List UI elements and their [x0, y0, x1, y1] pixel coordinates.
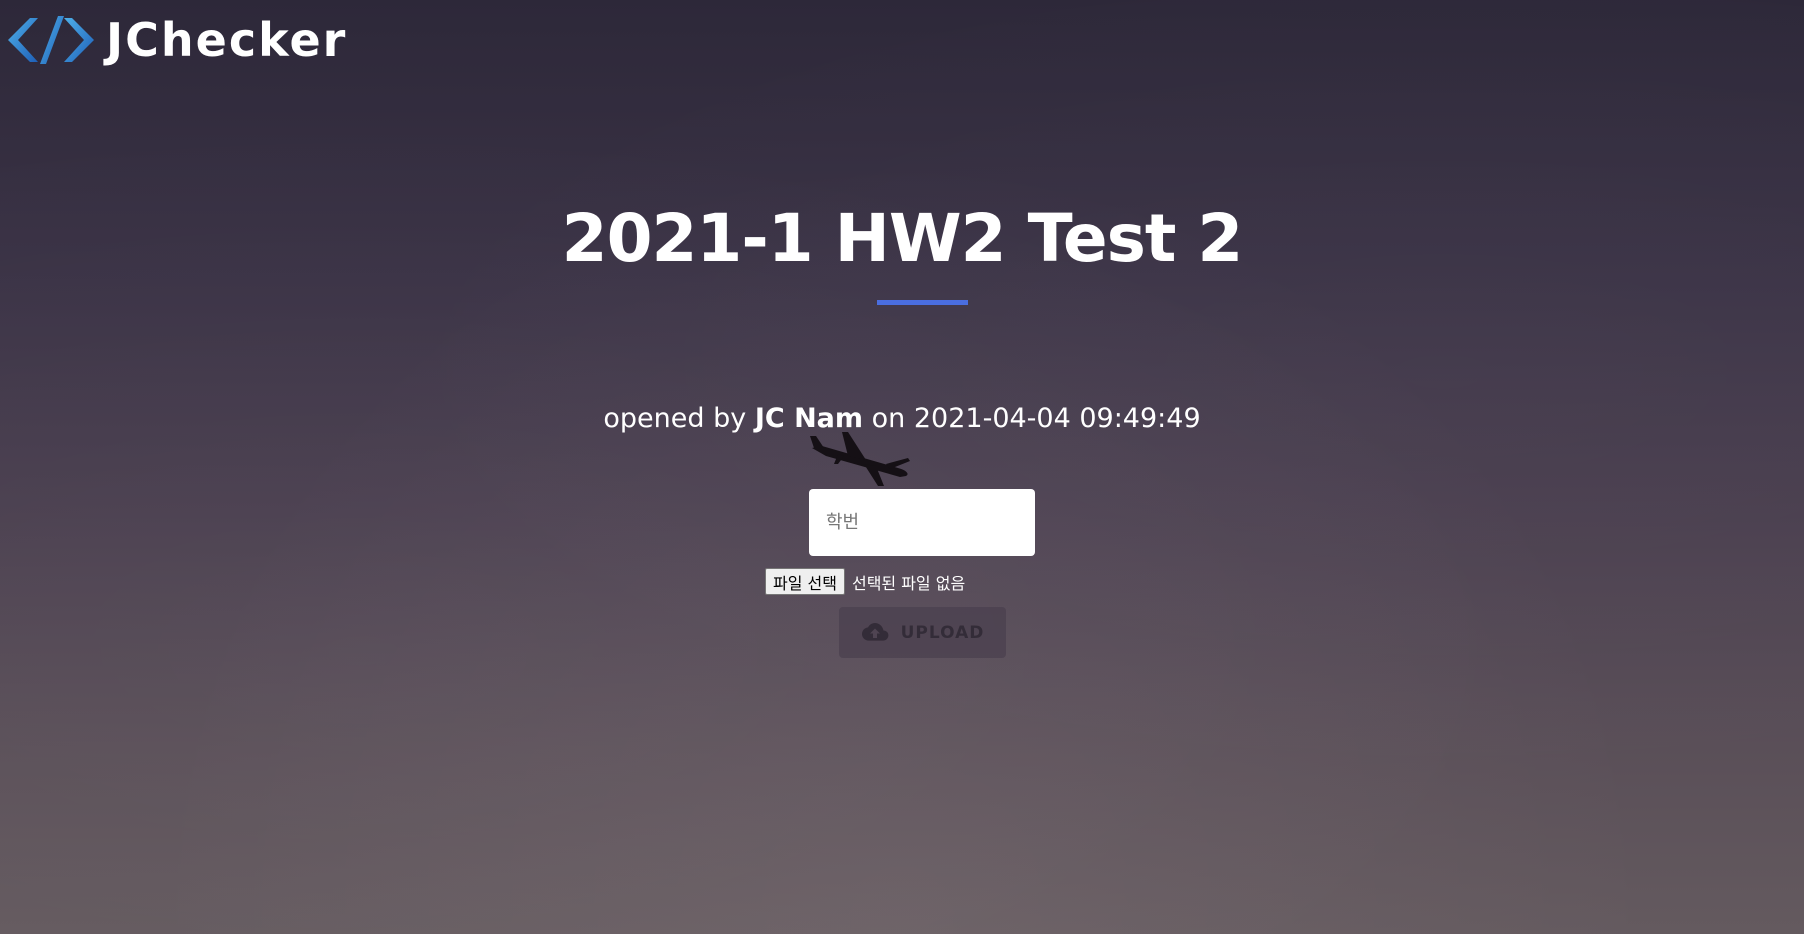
title-underline — [877, 300, 968, 305]
meta-prefix: opened by — [603, 403, 747, 434]
choose-file-button[interactable]: 파일 선택 — [765, 568, 845, 595]
file-status: 선택된 파일 없음 — [851, 573, 966, 593]
code-brackets-icon — [8, 16, 94, 64]
brand-name: JChecker — [106, 13, 348, 67]
cloud-upload-icon — [861, 622, 889, 641]
logo[interactable]: JChecker — [6, 12, 347, 68]
file-picker: 파일 선택 선택된 파일 없음 — [765, 568, 965, 595]
student-id-input[interactable] — [809, 489, 1035, 556]
upload-button[interactable]: UPLOAD — [839, 607, 1006, 658]
upload-label: UPLOAD — [900, 622, 985, 643]
airplane-silhouette — [810, 432, 910, 486]
opened-timestamp: 2021-04-04 09:49:49 — [913, 403, 1201, 434]
page-title: 2021-1 HW2 Test 2 — [561, 200, 1244, 277]
